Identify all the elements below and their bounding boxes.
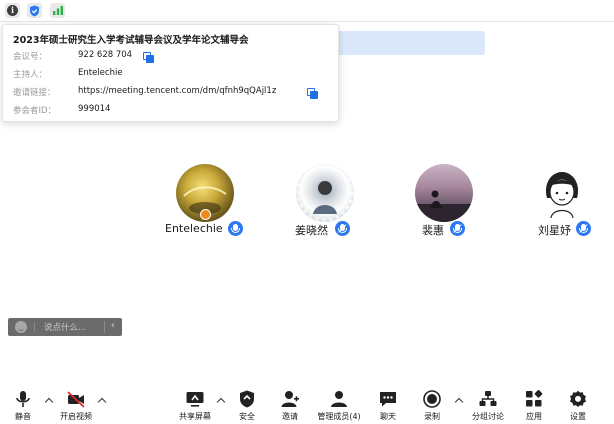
emoji-icon[interactable] — [15, 321, 27, 333]
gear-icon — [570, 390, 586, 407]
start-video-button[interactable]: 开启视频 — [54, 385, 98, 424]
apps-grid-icon — [526, 390, 543, 407]
copy-invite-link-icon[interactable] — [307, 88, 318, 99]
chat-bubble-icon — [380, 392, 396, 407]
participant-id-label: 参会者ID： — [13, 106, 57, 116]
manage-members-button[interactable]: 管理成员(4) — [312, 385, 366, 424]
share-screen-icon — [186, 392, 204, 407]
share-screen-label: 共享屏幕 — [179, 412, 211, 421]
participant-name: 裴惠 — [422, 224, 444, 237]
apps-button[interactable]: 应用 — [518, 385, 550, 424]
meeting-id-label: 会议号： — [13, 52, 48, 62]
host-row: 主持人： Entelechie — [13, 68, 333, 80]
meeting-info-popover: 2023年硕士研究生入学考试辅导会议及学年论文辅导会 会议号： 922 628 … — [2, 24, 339, 122]
participant-id-row: 参会者ID： 999014 — [13, 104, 333, 116]
breakout-rooms-button[interactable]: 分组讨论 — [466, 385, 510, 424]
bottom-toolbar: 静音 开启视频 共享屏幕 安全 邀请 管理成员(4) 聊天 录制 分组讨论 应用… — [0, 385, 614, 424]
chat-label: 聊天 — [380, 412, 396, 421]
shield-icon[interactable] — [27, 3, 42, 18]
breakout-rooms-label: 分组讨论 — [472, 412, 504, 421]
copy-meeting-id-icon[interactable] — [143, 52, 154, 63]
invite-user-icon — [281, 391, 299, 407]
participant-avatar-3[interactable] — [415, 164, 473, 222]
chat-input[interactable]: 说点什么... — [44, 321, 86, 333]
members-icon — [331, 391, 347, 407]
share-screen-button[interactable]: 共享屏幕 — [174, 385, 216, 424]
invite-link-row: 邀请链接： https://meeting.tencent.com/dm/qfn… — [13, 86, 333, 98]
record-label: 录制 — [424, 412, 440, 421]
settings-label: 设置 — [570, 412, 586, 421]
settings-button[interactable]: 设置 — [562, 385, 594, 424]
mute-button[interactable]: 静音 — [5, 385, 41, 424]
breakout-rooms-icon — [479, 391, 497, 406]
mute-options-chevron-icon[interactable] — [45, 397, 52, 404]
mic-muted-icon[interactable] — [576, 221, 591, 236]
chat-bar[interactable]: 说点什么... ‹ — [8, 318, 122, 336]
notice-banner — [335, 31, 485, 55]
participant-name: Entelechie — [165, 222, 223, 235]
microphone-icon — [16, 391, 30, 407]
record-button[interactable]: 录制 — [416, 385, 448, 424]
top-status-bar: i — [0, 0, 614, 22]
meeting-id-row: 会议号： 922 628 704 — [13, 50, 333, 62]
invite-button[interactable]: 邀请 — [273, 385, 307, 424]
participant-name: 姜晓然 — [295, 224, 328, 237]
divider — [104, 321, 105, 333]
participant-id-value: 999014 — [78, 104, 111, 114]
record-icon — [423, 390, 441, 408]
signal-icon[interactable] — [50, 3, 65, 18]
mic-on-icon[interactable] — [228, 221, 243, 236]
video-off-icon — [67, 391, 85, 408]
invite-link-value[interactable]: https://meeting.tencent.com/dm/qfnh9qQAj… — [78, 86, 276, 96]
security-label: 安全 — [239, 412, 255, 421]
meeting-window: i 2023年硕士研究生入学考试辅导会议及学年论文辅导会 会议号： 922 62… — [0, 0, 614, 424]
chat-button[interactable]: 聊天 — [372, 385, 404, 424]
start-video-label: 开启视频 — [60, 412, 92, 421]
mic-muted-icon[interactable] — [450, 221, 465, 236]
host-badge-icon — [200, 209, 211, 220]
security-shield-icon — [240, 390, 254, 408]
manage-members-label: 管理成员(4) — [317, 412, 361, 421]
record-options-chevron-icon[interactable] — [455, 397, 462, 404]
video-options-chevron-icon[interactable] — [98, 397, 105, 404]
security-button[interactable]: 安全 — [230, 385, 264, 424]
participant-name: 刘星妤 — [538, 224, 571, 237]
apps-label: 应用 — [526, 412, 542, 421]
meeting-title: 2023年硕士研究生入学考试辅导会议及学年论文辅导会 — [13, 35, 249, 46]
participant-avatar-4[interactable] — [533, 164, 591, 222]
share-options-chevron-icon[interactable] — [217, 397, 224, 404]
mute-label: 静音 — [15, 412, 31, 421]
invite-label: 邀请 — [282, 412, 298, 421]
invite-link-label: 邀请链接： — [13, 88, 56, 98]
meeting-id-value: 922 628 704 — [78, 50, 133, 60]
collapse-chevron-icon[interactable]: ‹ — [111, 320, 115, 331]
info-icon[interactable]: i — [5, 3, 20, 18]
divider — [34, 322, 35, 332]
host-label: 主持人： — [13, 70, 48, 80]
mic-muted-icon[interactable] — [335, 221, 350, 236]
participant-avatar-2[interactable] — [296, 164, 354, 222]
host-value: Entelechie — [78, 68, 123, 78]
